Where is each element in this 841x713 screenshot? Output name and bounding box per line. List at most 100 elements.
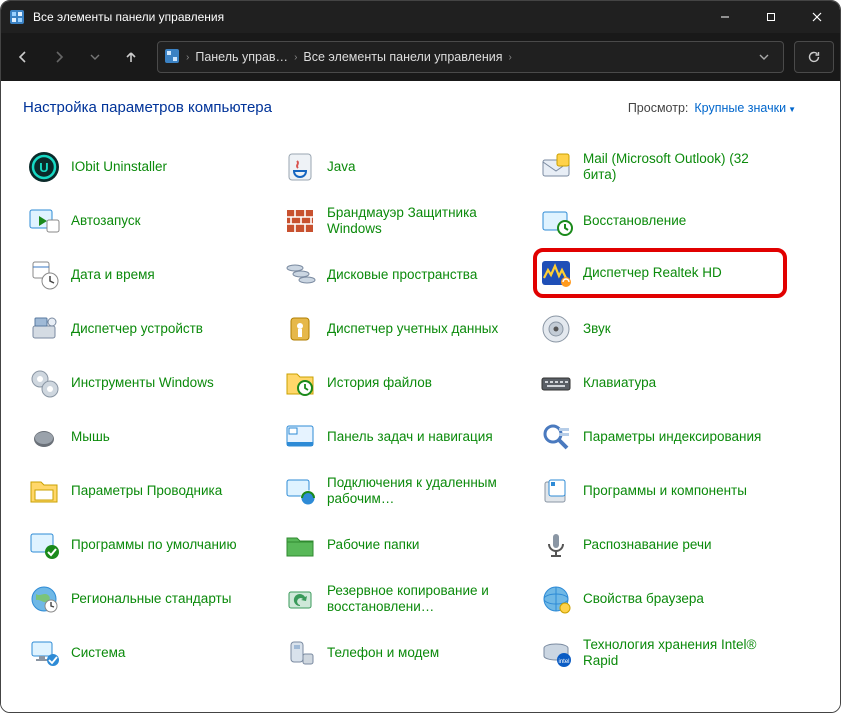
keyboard-icon (539, 366, 573, 400)
cpl-item[interactable]: Телефон и модем (279, 628, 529, 678)
cpl-item[interactable]: Дисковые пространства (279, 250, 529, 300)
cpl-item[interactable]: Восстановление (535, 196, 785, 246)
firewall-icon (283, 204, 317, 238)
content-area: Настройка параметров компьютера Просмотр… (1, 81, 840, 712)
mail-icon (539, 150, 573, 184)
cpl-item-label: Панель задач и навигация (327, 429, 493, 445)
cpl-item[interactable]: Диспетчер устройств (23, 304, 273, 354)
address-bar[interactable]: › Панель управ… › Все элементы панели уп… (157, 41, 784, 73)
breadcrumb-level-2[interactable]: Все элементы панели управления (303, 50, 502, 64)
cpl-item-label: Мышь (71, 429, 110, 445)
cpl-item-label: Диспетчер устройств (71, 321, 203, 337)
minimize-button[interactable] (702, 1, 748, 33)
cpl-item[interactable]: Параметры Проводника (23, 466, 273, 516)
forward-button[interactable] (43, 41, 75, 73)
cpl-item-label: Клавиатура (583, 375, 656, 391)
intel-icon: intel (539, 636, 573, 670)
cpl-item[interactable]: Подключения к удаленным рабочим… (279, 466, 529, 516)
cpl-item[interactable]: Система (23, 628, 273, 678)
cpl-item-label: Программы по умолчанию (71, 537, 237, 553)
cpl-item[interactable]: Региональные стандарты (23, 574, 273, 624)
cpl-item[interactable]: Диспетчер учетных данных (279, 304, 529, 354)
cpl-item-label: История файлов (327, 375, 432, 391)
taskbar-icon (283, 420, 317, 454)
control-panel-small-icon (164, 48, 180, 67)
cpl-item[interactable]: Инструменты Windows (23, 358, 273, 408)
iobit-icon: U (27, 150, 61, 184)
control-panel-icon (9, 9, 25, 25)
cpl-item[interactable]: Резервное копирование и восстановлени… (279, 574, 529, 624)
cpl-item[interactable]: Брандмауэр Защитника Windows (279, 196, 529, 246)
chevron-right-icon[interactable]: › (184, 52, 191, 63)
cpl-item[interactable]: Свойства браузера (535, 574, 785, 624)
navigation-bar: › Панель управ… › Все элементы панели уп… (1, 33, 840, 81)
cpl-item[interactable]: Программы по умолчанию (23, 520, 273, 570)
autoplay-icon (27, 204, 61, 238)
cpl-item[interactable]: intel Технология хранения Intel® Rapid (535, 628, 785, 678)
inet-icon (539, 582, 573, 616)
view-selector: Просмотр: Крупные значки▼ (628, 101, 796, 115)
cpl-item-label: Технология хранения Intel® Rapid (583, 637, 781, 668)
cpl-item[interactable]: Программы и компоненты (535, 466, 785, 516)
cpl-item-label: Звук (583, 321, 611, 337)
titlebar[interactable]: Все элементы панели управления (1, 1, 840, 33)
svg-text:intel: intel (558, 659, 569, 665)
region-icon (27, 582, 61, 616)
back-button[interactable] (7, 41, 39, 73)
cpl-item-label: Программы и компоненты (583, 483, 747, 499)
breadcrumb-level-1[interactable]: Панель управ… (195, 50, 288, 64)
chevron-right-icon[interactable]: › (292, 52, 299, 63)
realtek-icon (539, 256, 573, 290)
filehist-icon (283, 366, 317, 400)
cpl-item[interactable]: История файлов (279, 358, 529, 408)
cpl-item[interactable]: Распознавание речи (535, 520, 785, 570)
address-dropdown-button[interactable] (751, 52, 777, 62)
cpl-item-label: Региональные стандарты (71, 591, 231, 607)
cpl-item-label: Подключения к удаленным рабочим… (327, 475, 525, 506)
cpl-item[interactable]: Mail (Microsoft Outlook) (32 бита) (535, 142, 785, 192)
datetime-icon (27, 258, 61, 292)
cpl-item-label: Телефон и модем (327, 645, 439, 661)
phone-icon (283, 636, 317, 670)
window-buttons (702, 1, 840, 33)
close-button[interactable] (794, 1, 840, 33)
recent-locations-button[interactable] (79, 41, 111, 73)
cpl-item-label: Mail (Microsoft Outlook) (32 бита) (583, 151, 781, 182)
system-icon (27, 636, 61, 670)
chevron-right-icon[interactable]: › (507, 52, 514, 63)
view-label: Просмотр: (628, 101, 689, 115)
indexing-icon (539, 420, 573, 454)
cpl-item-label: Свойства браузера (583, 591, 704, 607)
cpl-item[interactable]: Клавиатура (535, 358, 785, 408)
cpl-item[interactable]: Панель задач и навигация (279, 412, 529, 462)
up-button[interactable] (115, 41, 147, 73)
cpl-item[interactable]: Java (279, 142, 529, 192)
refresh-button[interactable] (794, 41, 834, 73)
view-value: Крупные значки (694, 101, 786, 115)
mouse-icon (27, 420, 61, 454)
cpl-item[interactable]: Звук (535, 304, 785, 354)
cpl-item-label: Восстановление (583, 213, 686, 229)
cpl-item[interactable]: U IObit Uninstaller (23, 142, 273, 192)
view-dropdown[interactable]: Крупные значки▼ (694, 101, 796, 115)
cpl-item[interactable]: Мышь (23, 412, 273, 462)
cpl-item-label: Параметры Проводника (71, 483, 222, 499)
cpl-item[interactable]: Рабочие папки (279, 520, 529, 570)
remote-icon (283, 474, 317, 508)
maximize-button[interactable] (748, 1, 794, 33)
cpl-item-label: Резервное копирование и восстановлени… (327, 583, 525, 614)
cpl-item-label: Диспетчер Realtek HD (583, 265, 722, 281)
cpl-item[interactable]: Параметры индексирования (535, 412, 785, 462)
recovery-icon (539, 204, 573, 238)
cpl-item[interactable]: Дата и время (23, 250, 273, 300)
window-title: Все элементы панели управления (33, 10, 702, 24)
sound-icon (539, 312, 573, 346)
tools-icon (27, 366, 61, 400)
cpl-item-label: IObit Uninstaller (71, 159, 167, 175)
cpl-item-label: Система (71, 645, 125, 661)
cpl-item-label: Java (327, 159, 356, 175)
cpl-item[interactable]: Диспетчер Realtek HD (533, 248, 787, 298)
cpl-item-label: Автозапуск (71, 213, 141, 229)
cpl-item-label: Дисковые пространства (327, 267, 477, 283)
cpl-item[interactable]: Автозапуск (23, 196, 273, 246)
